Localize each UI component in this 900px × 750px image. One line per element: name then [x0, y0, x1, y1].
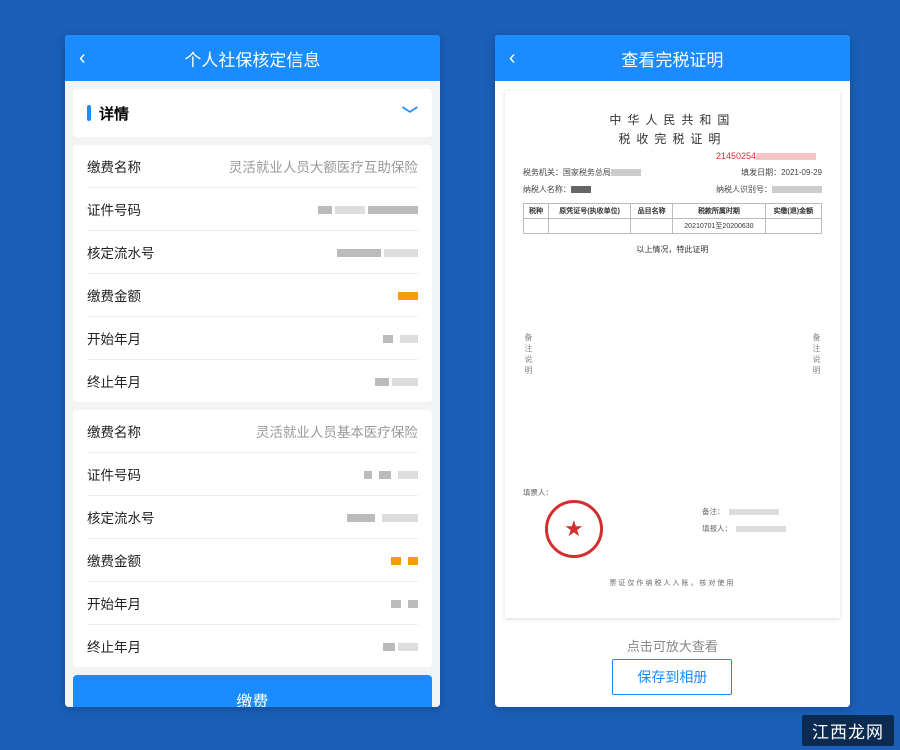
cert-statement: 以上情况，特此证明 — [523, 244, 822, 255]
card-1: 缴费名称 灵活就业人员大额医疗互助保险 证件号码 核定流水号 缴费金额 开始年月 — [73, 145, 432, 402]
row-fee-name-1: 缴费名称 灵活就业人员大额医疗互助保险 — [87, 145, 418, 188]
title-left: 个人社保核定信息 — [184, 46, 320, 71]
censored-value — [334, 245, 418, 260]
censored-value — [388, 553, 418, 568]
censored-value — [388, 596, 418, 611]
doc-title: 税收完税证明 — [523, 130, 822, 147]
row-id-2: 证件号码 — [87, 453, 418, 496]
doc-table: 税种 原凭证号(执收单位) 品目名称 税款所属时期 实缴(退)金额 202107… — [523, 203, 822, 234]
save-to-album-button[interactable]: 保存到相册 — [612, 659, 732, 695]
title-right: 查看完税证明 — [621, 46, 723, 71]
doc-foot-label: 填票人： — [523, 487, 553, 498]
censored-value — [344, 510, 418, 525]
doc-serial: 21450254 — [523, 151, 822, 161]
censored-value — [315, 202, 418, 217]
phone-tax-cert: ‹ 查看完税证明 中华人民共和国 税收完税证明 21450254 税务机关：国家… — [495, 35, 850, 707]
row-end-2: 终止年月 — [87, 625, 418, 667]
censored-value — [380, 639, 418, 654]
row-amount-1: 缴费金额 — [87, 274, 418, 317]
censored-value — [361, 467, 418, 482]
card-2: 缴费名称 灵活就业人员基本医疗保险 证件号码 核定流水号 缴费金额 开始年月 — [73, 410, 432, 667]
tax-certificate-document: 中华人民共和国 税收完税证明 21450254 税务机关：国家税务总局 填发日期… — [505, 91, 840, 618]
accent-bar — [87, 105, 91, 121]
doc-bottom-note: 票证仅作纳税人入账，核对使用 — [529, 578, 816, 588]
chevron-down-icon: ﹀ — [402, 101, 418, 125]
phone-social-security: ‹ 个人社保核定信息 详情 ﹀ 缴费名称 灵活就业人员大额医疗互助保险 证件号码 — [65, 35, 440, 707]
row-start-1: 开始年月 — [87, 317, 418, 360]
doc-signature-area: 备注： 填报人： — [702, 506, 822, 540]
row-serial-1: 核定流水号 — [87, 231, 418, 274]
official-seal-icon: ★ — [545, 500, 603, 558]
right-body: 中华人民共和国 税收完税证明 21450254 税务机关：国家税务总局 填发日期… — [495, 81, 850, 707]
zoom-hint: 点击可放大查看 — [495, 628, 850, 659]
doc-country: 中华人民共和国 — [523, 111, 822, 128]
censored-value — [380, 331, 418, 346]
titlebar-left: ‹ 个人社保核定信息 — [65, 35, 440, 81]
pay-button[interactable]: 缴费 — [73, 675, 432, 707]
document-wrapper[interactable]: 中华人民共和国 税收完税证明 21450254 税务机关：国家税务总局 填发日期… — [495, 81, 850, 628]
back-icon[interactable]: ‹ — [79, 48, 86, 68]
censored-value — [395, 288, 418, 303]
row-serial-2: 核定流水号 — [87, 496, 418, 539]
row-fee-name-2: 缴费名称 灵活就业人员基本医疗保险 — [87, 410, 418, 453]
left-body: 详情 ﹀ 缴费名称 灵活就业人员大额医疗互助保险 证件号码 核定流水号 — [65, 81, 440, 707]
row-amount-2: 缴费金额 — [87, 539, 418, 582]
row-id-1: 证件号码 — [87, 188, 418, 231]
meta-row-1: 税务机关：国家税务总局 填发日期：2021-09-29 — [523, 167, 822, 178]
censored-value — [372, 374, 418, 389]
vertical-note-right: 备注说明 — [811, 333, 822, 377]
section-header[interactable]: 详情 ﹀ — [73, 89, 432, 137]
vertical-note-left: 备注说明 — [523, 333, 534, 377]
watermark: 江西龙网 — [802, 715, 894, 746]
titlebar-right: ‹ 查看完税证明 — [495, 35, 850, 81]
back-icon[interactable]: ‹ — [509, 48, 516, 68]
meta-row-2: 纳税人名称： 纳税人识别号： — [523, 184, 822, 195]
row-start-2: 开始年月 — [87, 582, 418, 625]
section-label: 详情 — [99, 103, 129, 124]
row-end-1: 终止年月 — [87, 360, 418, 402]
